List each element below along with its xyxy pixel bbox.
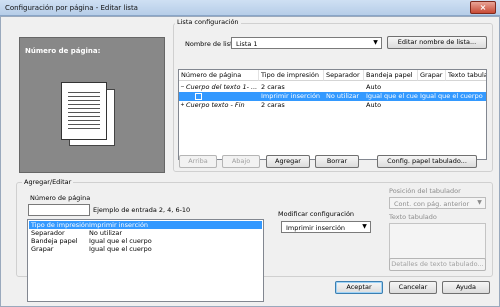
- list-item[interactable]: Separador No utilizar: [29, 229, 262, 237]
- cancel-button[interactable]: Cancelar: [389, 281, 437, 294]
- row-page: Cuerpo texto - Fin: [186, 101, 245, 109]
- page-number-input[interactable]: [28, 204, 90, 216]
- page-icon: [195, 93, 202, 100]
- row-tray: Auto: [366, 101, 382, 109]
- row-tray: Auto: [366, 83, 382, 91]
- tab-position-label: Posición del tabulador: [389, 187, 461, 195]
- col-header-separator[interactable]: Separador: [324, 70, 364, 81]
- setting-value: Imprimir inserción: [89, 221, 149, 229]
- list-name-value: Lista 1: [236, 40, 258, 48]
- list-item[interactable]: Grapar Igual que el cuerpo: [29, 245, 262, 253]
- modify-config-select[interactable]: Imprimir inserción ▼: [281, 221, 371, 233]
- settings-list[interactable]: Tipo de impresión Imprimir inserción Sep…: [27, 219, 264, 302]
- dropdown-arrow-icon: ▼: [362, 223, 367, 230]
- tab-text-details-button[interactable]: Detalles de texto tabulado...: [389, 258, 486, 271]
- list-name-label: Nombre de lista: [185, 40, 237, 48]
- tab-position-value: Cont. con pág. anterior: [394, 200, 470, 208]
- preview-label: Número de página:: [25, 47, 101, 55]
- tab-text-box[interactable]: [389, 223, 486, 260]
- dropdown-arrow-icon: ▼: [373, 39, 378, 46]
- edit-list-name-button[interactable]: Editar nombre de lista...: [387, 36, 487, 49]
- list-item[interactable]: Tipo de impresión Imprimir inserción: [29, 221, 262, 229]
- example-text: Ejemplo de entrada 2, 4, 6-10: [93, 206, 191, 214]
- row-page: Cuerpo del texto 1- ...: [186, 83, 258, 91]
- page-preview: Número de página:: [19, 37, 165, 173]
- list-config-title: Lista configuración: [175, 18, 241, 26]
- dialog: Número de página: Lista configuración No…: [0, 16, 500, 307]
- row-separator: [326, 83, 364, 92]
- row-tray: Igual que el cuerpo: [366, 92, 418, 100]
- setting-name: Separador: [31, 229, 65, 237]
- expand-icon[interactable]: +: [180, 103, 185, 108]
- move-up-button[interactable]: Arriba: [179, 155, 217, 168]
- col-header-page[interactable]: Número de página: [179, 70, 259, 81]
- tab-text-label: Texto tabulado: [389, 213, 437, 221]
- modify-config-label: Modificar configuración: [278, 210, 355, 218]
- list-item[interactable]: Bandeja papel Igual que el cuerpo: [29, 237, 262, 245]
- move-down-button[interactable]: Abajo: [222, 155, 260, 168]
- row-print-type: Imprimir inserción: [261, 92, 321, 100]
- config-table[interactable]: Número de página Tipo de impresión Separ…: [178, 69, 487, 160]
- ok-button[interactable]: Aceptar: [335, 281, 383, 294]
- table-row[interactable]: − Cuerpo del texto 1- ... 2 caras Auto: [179, 83, 486, 92]
- window-title: Configuración por página - Editar lista: [5, 4, 138, 12]
- setting-value: Igual que el cuerpo: [89, 237, 152, 245]
- help-button[interactable]: Ayuda: [442, 281, 490, 294]
- table-row[interactable]: Imprimir inserción No utilizar Igual que…: [179, 92, 486, 101]
- modify-config-value: Imprimir inserción: [286, 224, 346, 232]
- close-icon[interactable]: ×: [470, 1, 496, 14]
- add-edit-title: Agregar/Editar: [22, 178, 74, 186]
- setting-name: Tipo de impresión: [31, 221, 90, 229]
- col-header-staple[interactable]: Grapar: [418, 70, 446, 81]
- page-number-label: Número de página: [30, 194, 91, 202]
- row-separator: No utilizar: [326, 92, 360, 100]
- list-name-select[interactable]: Lista 1 ▼: [231, 37, 382, 49]
- tab-paper-config-button[interactable]: Config. papel tabulado...: [377, 155, 477, 168]
- row-print-type: 2 caras: [261, 83, 285, 91]
- setting-name: Bandeja papel: [31, 237, 78, 245]
- page-icon: [61, 82, 107, 140]
- row-print-type: 2 caras: [261, 101, 285, 109]
- add-button[interactable]: Agregar: [266, 155, 310, 168]
- col-header-print-type[interactable]: Tipo de impresión: [259, 70, 324, 81]
- title-bar: Configuración por página - Editar lista …: [0, 0, 500, 16]
- delete-button[interactable]: Borrar: [315, 155, 359, 168]
- setting-value: Igual que el cuerpo: [89, 245, 152, 253]
- collapse-icon[interactable]: −: [180, 85, 185, 90]
- row-staple: Igual que el cuerpo: [420, 92, 483, 100]
- tab-position-select[interactable]: Cont. con pág. anterior ▼: [389, 197, 486, 209]
- col-header-tab-text[interactable]: Texto tabulado: [446, 70, 486, 81]
- table-row[interactable]: + Cuerpo texto - Fin 2 caras Auto: [179, 101, 486, 110]
- col-header-tray[interactable]: Bandeja papel: [364, 70, 418, 81]
- setting-value: No utilizar: [89, 229, 123, 237]
- dropdown-arrow-icon: ▼: [477, 199, 482, 206]
- setting-name: Grapar: [31, 245, 54, 253]
